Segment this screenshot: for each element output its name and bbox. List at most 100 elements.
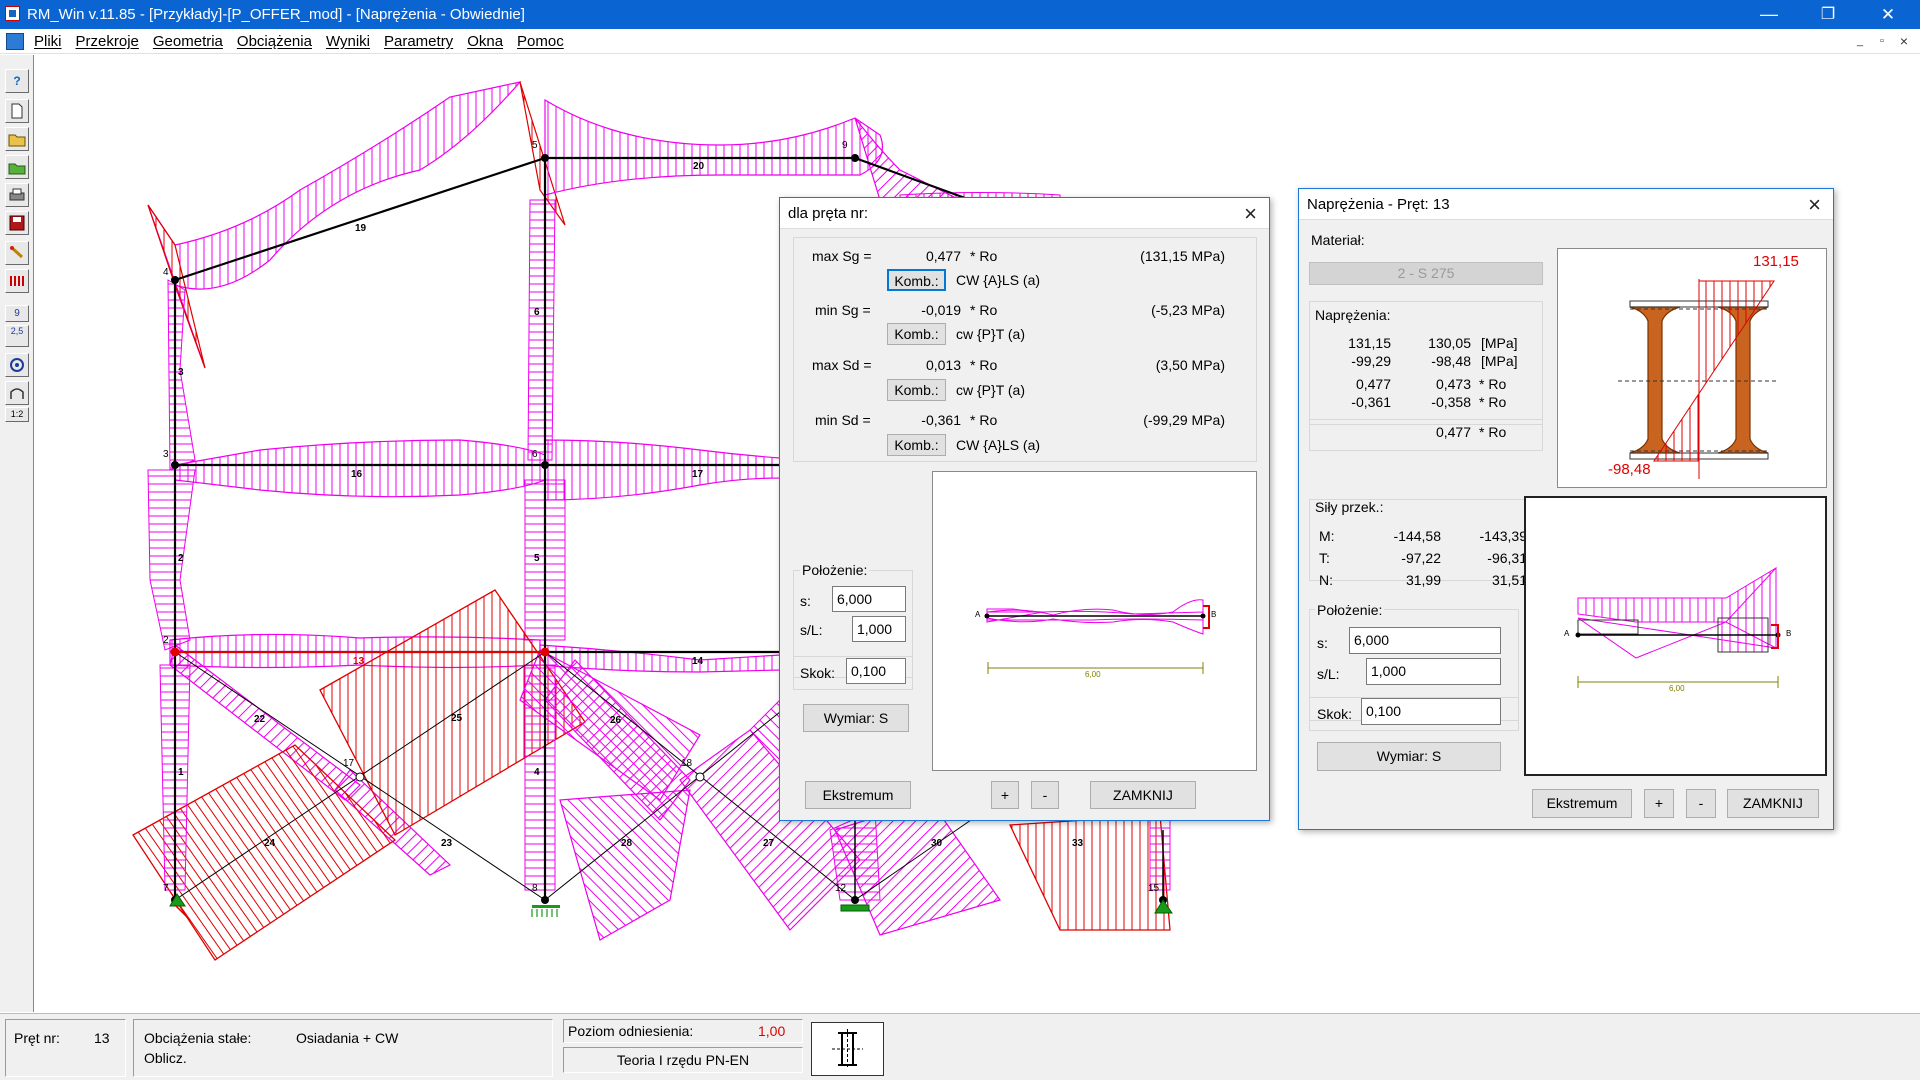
plot-b-label: B <box>1211 610 1217 619</box>
force-name: T: <box>1319 550 1330 566</box>
scale-icon[interactable]: 1:2 <box>5 407 29 422</box>
menu-pomoc[interactable]: Pomoc <box>517 33 564 50</box>
cross-section-diagram <box>1618 279 1778 479</box>
node-label: 7 <box>163 883 169 894</box>
s-input[interactable]: 6,000 <box>832 586 906 612</box>
mdi-restore-button[interactable]: ▫ <box>1872 33 1892 50</box>
s-input-2[interactable]: 6,000 <box>1349 627 1501 654</box>
node-number-icon[interactable]: 9 <box>5 305 29 322</box>
plus-button[interactable]: + <box>991 781 1019 809</box>
komb-button-max-sd[interactable]: Komb.: <box>887 379 946 401</box>
row-label-min-sg: min Sg = <box>815 302 871 318</box>
menu-przekroje[interactable]: Przekroje <box>76 33 139 50</box>
section-preview-icon[interactable] <box>811 1022 884 1076</box>
cross-section-box: 131,15 -98,48 <box>1557 248 1827 488</box>
document-icon[interactable] <box>6 33 24 50</box>
stress-value: -99,29 <box>1351 353 1391 369</box>
stress-ratio: 0,477 <box>1355 376 1391 392</box>
app-icon[interactable] <box>5 6 20 21</box>
stress-total-unit: * Ro <box>1479 424 1507 440</box>
member-label: 19 <box>355 223 367 234</box>
sl-input-2[interactable]: 1,000 <box>1366 658 1501 685</box>
menu-geometria[interactable]: Geometria <box>153 33 223 50</box>
open-project-icon[interactable] <box>5 155 29 179</box>
member-label: 23 <box>441 838 453 849</box>
dimension-icon[interactable]: 2,5 <box>5 325 29 347</box>
dimension-button-2[interactable]: Wymiar: S <box>1317 742 1501 771</box>
step-input-2[interactable]: 0,100 <box>1361 698 1501 725</box>
sl-input[interactable]: 1,000 <box>852 616 906 642</box>
node-label: 3 <box>163 449 169 460</box>
mdi-close-button[interactable]: × <box>1894 33 1914 50</box>
stress-dialog: Naprężenia - Pręt: 13 × Materiał: 2 - S … <box>1298 188 1834 830</box>
calc-label: Oblicz. <box>144 1050 187 1066</box>
minus-button-2[interactable]: - <box>1686 789 1716 818</box>
extremes-dialog: dla pręta nr: × max Sg = 0,477 * Ro (131… <box>779 197 1270 821</box>
value-max-sg: 0,477 <box>925 248 961 264</box>
extremes-dialog-titlebar[interactable]: dla pręta nr: × <box>780 198 1269 229</box>
row-label-max-sg: max Sg = <box>812 248 872 264</box>
new-file-icon[interactable] <box>5 99 29 123</box>
value-min-sg: -0,019 <box>921 302 961 318</box>
force-name: N: <box>1319 572 1333 588</box>
minimize-button[interactable]: — <box>1741 0 1797 29</box>
member-label: 17 <box>692 469 704 480</box>
node-label: 15 <box>1148 883 1160 894</box>
plot-a-label: A <box>975 610 981 619</box>
zamknij-button-2[interactable]: ZAMKNIJ <box>1727 789 1819 818</box>
node-label: 17 <box>343 758 355 769</box>
force-value: -144,58 <box>1393 528 1441 544</box>
minus-button[interactable]: - <box>1031 781 1059 809</box>
help-icon[interactable]: ? <box>5 69 29 93</box>
menu-pliki[interactable]: Pliki <box>34 33 62 50</box>
close-button[interactable]: ✕ <box>1860 0 1916 29</box>
sl-label-2: s/L: <box>1317 666 1340 682</box>
unit-min-sd: * Ro <box>970 412 998 428</box>
step-input[interactable]: 0,100 <box>846 658 906 684</box>
stress-label: Naprężenia: <box>1315 307 1391 323</box>
brush-icon[interactable] <box>5 241 29 265</box>
envelope-member-6 <box>527 199 556 461</box>
member-label: 24 <box>264 838 276 849</box>
comb-min-sd: CW {A}LS (a) <box>956 437 1041 453</box>
dimension-button[interactable]: Wymiar: S <box>803 704 909 732</box>
load-bars-icon[interactable] <box>5 269 29 293</box>
open-folder-icon[interactable] <box>5 127 29 151</box>
restore-button[interactable]: ❐ <box>1800 0 1856 29</box>
gear-icon[interactable] <box>5 353 29 377</box>
status-bar: Pręt nr: 13 Obciążenia stałe: Osiadania … <box>0 1013 1920 1080</box>
value-min-sd: -0,361 <box>921 412 961 428</box>
node-label: 18 <box>681 758 693 769</box>
member-label: 20 <box>693 161 705 172</box>
menu-wyniki[interactable]: Wyniki <box>326 33 370 50</box>
arch-icon[interactable] <box>5 381 29 405</box>
save-icon[interactable] <box>5 211 29 235</box>
stress-value: 131,15 <box>1348 335 1391 351</box>
close-icon[interactable]: × <box>1808 192 1821 218</box>
extremum-button-2[interactable]: Ekstremum <box>1532 789 1632 818</box>
stress-dialog-title: Naprężenia - Pręt: 13 <box>1307 196 1450 213</box>
plus-button-2[interactable]: + <box>1644 789 1674 818</box>
print-icon[interactable] <box>5 183 29 207</box>
member-label: 5 <box>534 553 540 564</box>
stress-ratio: 0,473 <box>1435 376 1471 392</box>
mdi-minimize-button[interactable]: _ <box>1850 33 1870 50</box>
menu-okna[interactable]: Okna <box>467 33 503 50</box>
member-label: 33 <box>1072 838 1084 849</box>
member-label: 14 <box>692 656 704 667</box>
zamknij-button[interactable]: ZAMKNIJ <box>1090 781 1196 809</box>
close-icon[interactable]: × <box>1244 201 1257 227</box>
stress-unit: [MPa] <box>1481 335 1518 351</box>
member-label: 4 <box>534 767 540 778</box>
komb-button-min-sd[interactable]: Komb.: <box>887 434 946 456</box>
menu-parametry[interactable]: Parametry <box>384 33 453 50</box>
section-max-stress: 131,15 <box>1753 253 1799 270</box>
extremum-button[interactable]: Ekstremum <box>805 781 911 809</box>
member-label: 6 <box>534 307 540 318</box>
stress-dialog-titlebar[interactable]: Naprężenia - Pręt: 13 × <box>1299 189 1833 220</box>
komb-button-min-sg[interactable]: Komb.: <box>887 323 946 345</box>
menu-obciazenia[interactable]: Obciążenia <box>237 33 312 50</box>
member-label: 25 <box>451 713 463 724</box>
komb-button-max-sg[interactable]: Komb.: <box>887 269 946 291</box>
member-label: 22 <box>254 714 266 725</box>
